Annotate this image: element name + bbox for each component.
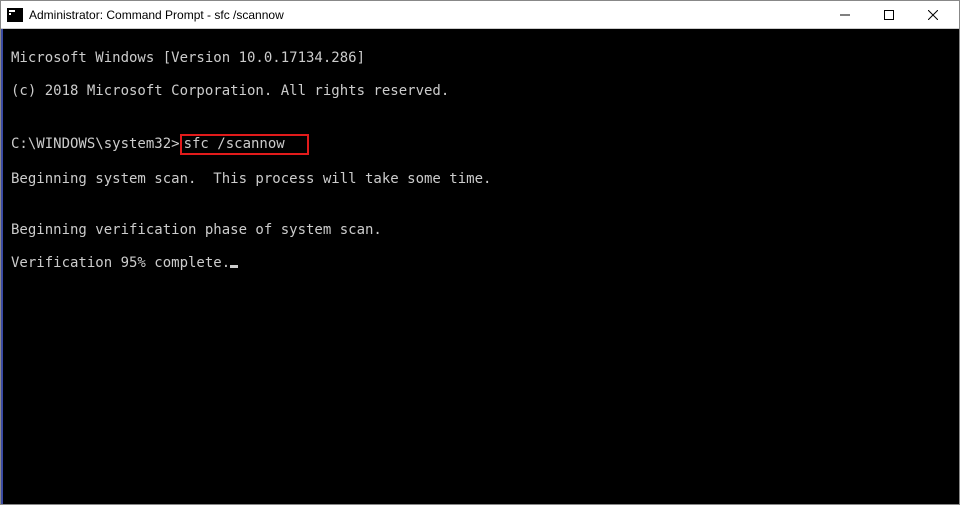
window-title: Administrator: Command Prompt - sfc /sca… <box>29 8 817 22</box>
maximize-button[interactable] <box>867 1 911 29</box>
text-cursor <box>230 265 238 268</box>
window-controls <box>823 1 955 28</box>
output-line: Verification 95% complete. <box>11 255 230 271</box>
minimize-button[interactable] <box>823 1 867 29</box>
command-prompt-window: Administrator: Command Prompt - sfc /sca… <box>0 0 960 505</box>
command-highlight: sfc /scannow <box>180 134 309 155</box>
output-line: Microsoft Windows [Version 10.0.17134.28… <box>11 50 951 67</box>
output-line: (c) 2018 Microsoft Corporation. All righ… <box>11 83 951 100</box>
prompt: C:\WINDOWS\system32> <box>11 136 180 152</box>
console-area[interactable]: Microsoft Windows [Version 10.0.17134.28… <box>1 29 959 504</box>
minimize-icon <box>840 10 850 20</box>
maximize-icon <box>884 10 894 20</box>
cmd-icon <box>7 8 23 22</box>
command-text: sfc /scannow <box>184 136 285 152</box>
output-line: Beginning verification phase of system s… <box>11 222 951 239</box>
output-line: Beginning system scan. This process will… <box>11 171 951 188</box>
titlebar: Administrator: Command Prompt - sfc /sca… <box>1 1 959 29</box>
close-icon <box>928 10 938 20</box>
close-button[interactable] <box>911 1 955 29</box>
